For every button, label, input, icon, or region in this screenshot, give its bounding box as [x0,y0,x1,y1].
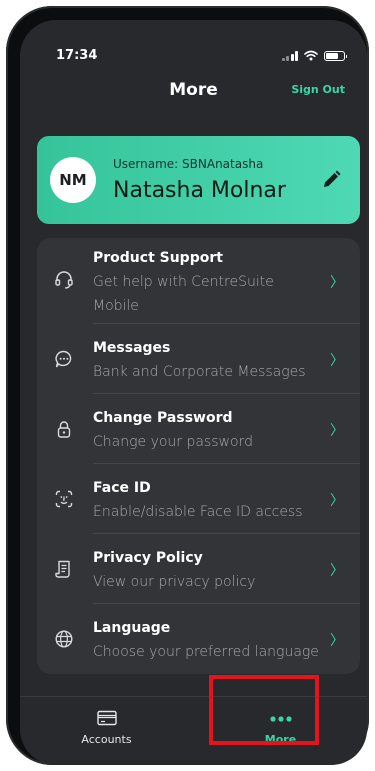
menu-item-product-support[interactable]: Product Support Get help with CentreSuit… [37,238,360,324]
lock-icon [57,421,71,438]
profile-card: NM Username: SBNAnatasha Natasha Molnar [37,136,360,224]
phone-frame: 17:34 More Sign Out NM Username: SBNAnat… [6,6,369,765]
chevron-right-icon: 〉 [330,493,344,509]
menu-item-title: Language [93,620,171,636]
menu-item-subtitle: Choose your preferred language [93,644,319,660]
avatar: NM [50,157,96,203]
face-id-icon [55,490,73,508]
tab-accounts[interactable]: Accounts [20,697,193,765]
headset-icon [55,271,73,289]
battery-icon [324,50,347,61]
menu-item-title: Change Password [93,410,233,426]
menu-item-subtitle: View our privacy policy [93,574,256,590]
menu-item-face-id[interactable]: Face ID Enable/disable Face ID access 〉 [37,464,360,534]
menu-item-language[interactable]: Language Choose your preferred language … [37,604,360,674]
menu-item-subtitle: Bank and Corporate Messages [93,364,306,380]
highlight-annotation [209,675,319,745]
menu-item-messages[interactable]: Messages Bank and Corporate Messages 〉 [37,324,360,394]
globe-icon [55,630,73,648]
menu-item-title: Face ID [93,480,151,496]
chevron-right-icon: 〉 [330,563,344,579]
signal-icon [281,50,298,61]
username-label: Username: SBNAnatasha [113,157,264,171]
menu-item-change-password[interactable]: Change Password Change your password 〉 [37,394,360,464]
settings-menu: Product Support Get help with CentreSuit… [37,238,360,674]
sign-out-button[interactable]: Sign Out [291,83,345,96]
tab-label: Accounts [81,733,132,746]
pencil-icon[interactable] [320,169,342,191]
menu-item-title: Messages [93,340,171,356]
chevron-right-icon: 〉 [330,353,344,369]
menu-item-title: Privacy Policy [93,550,203,566]
menu-item-privacy-policy[interactable]: Privacy Policy View our privacy policy 〉 [37,534,360,604]
wifi-icon [304,50,318,61]
full-name: Natasha Molnar [113,178,286,203]
menu-item-subtitle: Get help with CentreSuite Mobile [93,274,274,314]
status-icons [281,50,347,61]
document-icon [55,560,70,578]
app-screen: 17:34 More Sign Out NM Username: SBNAnat… [20,20,367,765]
menu-item-subtitle: Enable/disable Face ID access [93,504,303,520]
chevron-right-icon: 〉 [330,275,344,291]
menu-item-subtitle: Change your password [93,434,253,450]
menu-item-title: Product Support [93,250,223,266]
chevron-right-icon: 〉 [330,633,344,649]
credit-card-icon [97,710,117,726]
chevron-right-icon: 〉 [330,423,344,439]
status-time: 17:34 [56,48,98,63]
chat-bubble-icon [55,350,72,368]
